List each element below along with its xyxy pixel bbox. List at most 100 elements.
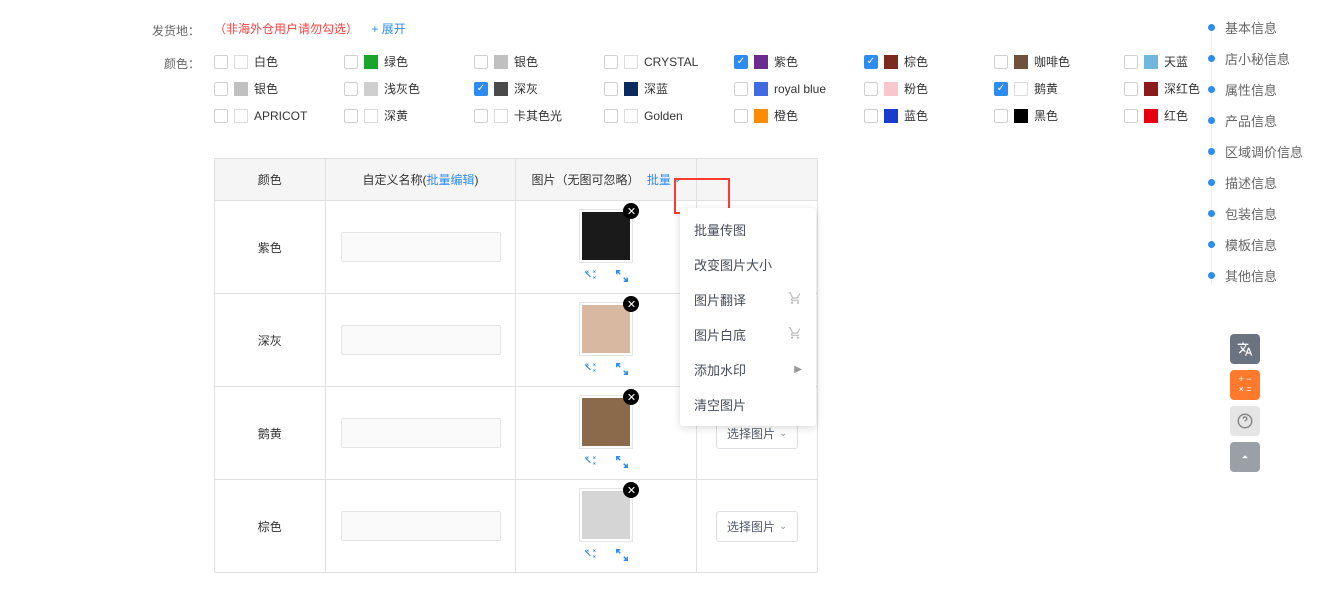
color-option[interactable]: 深灰 <box>474 80 604 97</box>
color-label: 浅灰色 <box>384 80 420 97</box>
color-checkbox[interactable] <box>864 109 878 123</box>
cell-custom-name <box>325 387 516 480</box>
magic-wand-icon[interactable] <box>581 360 599 378</box>
expand-icon[interactable] <box>613 453 631 471</box>
color-checkbox[interactable] <box>474 82 488 96</box>
remove-image-button[interactable]: ✕ <box>623 296 639 312</box>
cell-color: 棕色 <box>215 480 326 573</box>
color-option[interactable]: Golden <box>604 107 734 124</box>
color-checkbox[interactable] <box>734 109 748 123</box>
color-checkbox[interactable] <box>604 55 618 69</box>
color-checkbox[interactable] <box>994 109 1008 123</box>
color-checkbox[interactable] <box>864 55 878 69</box>
color-option[interactable]: 黑色 <box>994 107 1124 124</box>
color-checkbox[interactable] <box>344 109 358 123</box>
color-option[interactable]: 卡其色光 <box>474 107 604 124</box>
color-option[interactable]: 鹅黄 <box>994 80 1124 97</box>
color-checkbox[interactable] <box>604 82 618 96</box>
color-option[interactable]: 粉色 <box>864 80 994 97</box>
expand-icon[interactable] <box>613 546 631 564</box>
color-checkbox[interactable] <box>344 82 358 96</box>
scroll-top-button[interactable] <box>1230 442 1260 472</box>
color-checkbox[interactable] <box>344 55 358 69</box>
remove-image-button[interactable]: ✕ <box>623 203 639 219</box>
color-option[interactable]: royal blue <box>734 80 864 97</box>
color-option[interactable]: 棕色 <box>864 53 994 70</box>
custom-name-input[interactable] <box>341 325 501 355</box>
color-checkbox[interactable] <box>474 109 488 123</box>
dropdown-item[interactable]: 图片翻译 <box>680 282 816 317</box>
magic-wand-icon[interactable] <box>581 453 599 471</box>
expand-link[interactable]: + 展开 <box>371 22 405 36</box>
select-image-button[interactable]: 选择图片⌄ <box>716 511 798 542</box>
color-checkbox[interactable] <box>604 109 618 123</box>
color-checkbox[interactable] <box>214 82 228 96</box>
color-option[interactable]: 浅灰色 <box>344 80 474 97</box>
nav-item[interactable]: 属性信息 <box>1208 80 1308 99</box>
color-option[interactable]: 银色 <box>214 80 344 97</box>
nav-item[interactable]: 区域调价信息 <box>1208 142 1308 161</box>
nav-item[interactable]: 产品信息 <box>1208 111 1308 130</box>
color-checkbox[interactable] <box>864 82 878 96</box>
table-row: 棕色 ✕ 选择图片⌄ <box>215 480 818 573</box>
custom-name-input[interactable] <box>341 418 501 448</box>
nav-item[interactable]: 描述信息 <box>1208 173 1308 192</box>
color-checkbox[interactable] <box>474 55 488 69</box>
custom-name-input[interactable] <box>341 232 501 262</box>
color-checkbox[interactable] <box>734 82 748 96</box>
expand-icon[interactable] <box>613 360 631 378</box>
color-checkbox[interactable] <box>1124 82 1138 96</box>
color-label: 天蓝 <box>1164 53 1188 70</box>
remove-image-button[interactable]: ✕ <box>623 389 639 405</box>
nav-item[interactable]: 基本信息 <box>1208 18 1308 37</box>
color-option[interactable]: 绿色 <box>344 53 474 70</box>
color-option[interactable]: 咖啡色 <box>994 53 1124 70</box>
color-option[interactable]: 蓝色 <box>864 107 994 124</box>
color-swatch <box>884 109 898 123</box>
nav-item[interactable]: 店小秘信息 <box>1208 49 1308 68</box>
magic-wand-icon[interactable] <box>581 267 599 285</box>
dropdown-item[interactable]: 改变图片大小 <box>680 247 816 282</box>
color-option[interactable]: APRICOT <box>214 107 344 124</box>
color-option[interactable]: 深蓝 <box>604 80 734 97</box>
translate-button[interactable] <box>1230 334 1260 364</box>
nav-dot-icon <box>1208 272 1215 279</box>
color-checkbox[interactable] <box>1124 55 1138 69</box>
shipping-label: 发货地： <box>150 20 200 39</box>
color-checkbox[interactable] <box>214 55 228 69</box>
dropdown-item[interactable]: 清空图片 <box>680 387 816 422</box>
nav-item[interactable]: 模板信息 <box>1208 235 1308 254</box>
color-swatch <box>494 55 508 69</box>
batch-edit-link[interactable]: 批量编辑 <box>427 173 475 187</box>
color-swatch <box>1144 82 1158 96</box>
nav-item[interactable]: 其他信息 <box>1208 266 1308 285</box>
custom-name-input[interactable] <box>341 511 501 541</box>
color-label: 深灰 <box>514 80 538 97</box>
dropdown-item[interactable]: 批量传图 <box>680 212 816 247</box>
batch-dropdown-trigger[interactable]: 批量⌄ <box>647 171 681 188</box>
color-checkbox[interactable] <box>734 55 748 69</box>
color-checkbox[interactable] <box>994 55 1008 69</box>
dropdown-item[interactable]: 图片白底 <box>680 317 816 352</box>
magic-wand-icon[interactable] <box>581 546 599 564</box>
dropdown-item[interactable]: 添加水印▶ <box>680 352 816 387</box>
help-button[interactable] <box>1230 406 1260 436</box>
color-option[interactable]: 紫色 <box>734 53 864 70</box>
color-checkbox[interactable] <box>214 109 228 123</box>
color-label: 橙色 <box>774 107 798 124</box>
color-checkbox[interactable] <box>994 82 1008 96</box>
color-grid: 白色绿色银色CRYSTAL紫色棕色咖啡色天蓝银色浅灰色深灰深蓝royal blu… <box>200 53 1328 134</box>
calculator-button[interactable]: + −× = <box>1230 370 1260 400</box>
nav-item[interactable]: 包装信息 <box>1208 204 1308 223</box>
expand-icon[interactable] <box>613 267 631 285</box>
color-option[interactable]: 银色 <box>474 53 604 70</box>
color-checkbox[interactable] <box>1124 109 1138 123</box>
color-option[interactable]: 白色 <box>214 53 344 70</box>
remove-image-button[interactable]: ✕ <box>623 482 639 498</box>
color-option[interactable]: 橙色 <box>734 107 864 124</box>
nav-dot-icon <box>1208 55 1215 62</box>
chevron-down-icon: ⌄ <box>779 428 787 439</box>
color-option[interactable]: CRYSTAL <box>604 53 734 70</box>
color-swatch <box>364 82 378 96</box>
color-option[interactable]: 深黄 <box>344 107 474 124</box>
